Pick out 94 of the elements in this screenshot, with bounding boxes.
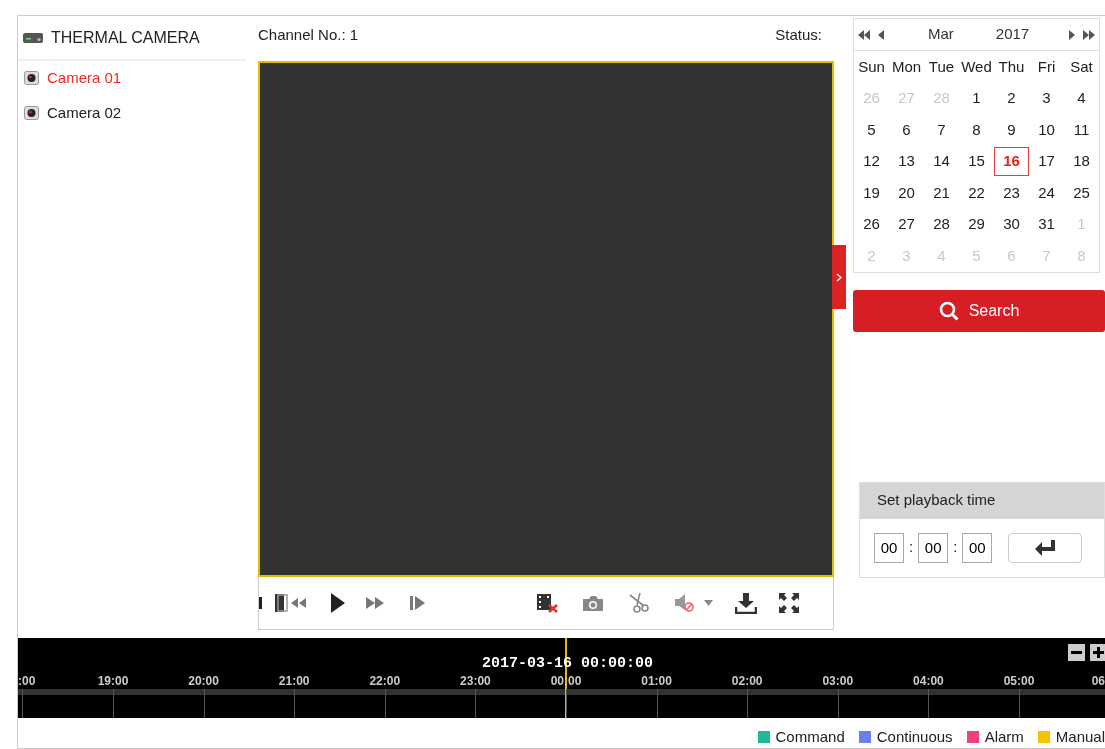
camera-item[interactable]: Camera 01 [18,61,246,96]
calendar-day[interactable]: 30 [994,208,1029,240]
calendar-day[interactable]: 11 [1064,114,1099,146]
calendar-day[interactable]: 18 [1064,145,1099,177]
enter-icon [1034,539,1057,556]
calendar-day[interactable]: 12 [854,145,889,177]
weekday-label: Wed [960,56,993,77]
calendar-day[interactable]: 31 [1029,208,1064,240]
collapse-toggle-button[interactable] [832,245,846,309]
calendar-day[interactable]: 19 [854,177,889,209]
camera-item[interactable]: Camera 02 [18,95,246,130]
status-label: Status: [775,24,822,45]
scissors-icon[interactable] [628,592,650,614]
play-button[interactable] [330,592,346,614]
calendar-day[interactable]: 3 [1029,82,1064,114]
calendar-day[interactable]: 28 [924,208,959,240]
time-separator: : [909,537,914,558]
hour-label: 21:00 [278,673,310,690]
previous-year-button[interactable] [858,29,870,40]
calendar-day[interactable]: 7 [924,114,959,146]
legend-label: Command [775,727,845,747]
calendar-day[interactable]: 8 [959,114,994,146]
hour-label: 01:00 [641,673,672,690]
chevron-icon [836,272,842,282]
year-label[interactable]: 2017 [995,23,1030,46]
stop-clip-button[interactable] [536,593,558,613]
hour-label: 05:00 [1003,673,1035,690]
calendar-day[interactable]: 6 [889,114,924,146]
hour-label: 19:00 [97,673,129,690]
hour-label: 04:00 [913,673,944,690]
recorder-icon [23,31,43,44]
calendar-day[interactable]: 22 [959,177,994,209]
next-year-button[interactable] [1083,29,1095,40]
plus-icon [1093,647,1104,658]
panel-title: Set playback time [877,490,996,511]
weekday-label: Mon [890,56,923,77]
webcam-icon [24,105,39,120]
minus-icon [1071,651,1082,654]
hour-label: 23:00 [460,673,491,690]
camera-icon[interactable] [582,594,604,612]
device-name: THERMAL CAMERA [51,27,200,48]
previous-month-button[interactable] [878,29,884,40]
hour-label: 22:00 [369,673,401,690]
calendar-day[interactable]: 5 [854,114,889,146]
calendar-day[interactable]: 2 [994,82,1029,114]
zoom-out-button[interactable] [1068,644,1085,661]
zoom-in-button[interactable] [1090,644,1105,661]
confirm-button[interactable] [1008,532,1083,563]
hour-label: 02:00 [731,673,763,690]
channel-label: Channel No.: 1 [258,24,359,45]
step-forward-button[interactable] [410,596,425,610]
calendar-day[interactable]: 23 [994,177,1029,209]
calendar-day[interactable]: 17 [1029,145,1064,177]
next-month-button[interactable] [1069,29,1075,40]
divider-mark [259,597,262,609]
calendar-day[interactable]: 29 [959,208,994,240]
search-icon [938,300,959,321]
calendar-day[interactable]: 25 [1064,177,1099,209]
download-icon[interactable] [735,592,757,614]
hour-label: 20:00 [188,673,219,690]
legend-label: Manual [1055,727,1105,747]
calendar-day[interactable]: 20 [889,177,924,209]
weekday-label: Tue [927,56,956,77]
weekday-label: Fri [1036,56,1057,77]
hour-label: 03:00 [822,673,854,690]
calendar-day[interactable]: 16 [994,146,1029,176]
calendar-day[interactable]: 13 [889,145,924,177]
legend-label: Alarm [984,727,1024,747]
weekday-label: Sat [1069,56,1094,77]
calendar-day[interactable]: 27 [889,208,924,240]
hour-field[interactable]: 00 [874,532,904,563]
calendar-day[interactable]: 1 [959,82,994,114]
weekday-label: Sun [857,56,886,77]
calendar-day[interactable]: 4 [1064,82,1099,114]
time-separator: : [953,537,958,558]
minute-field[interactable]: 00 [918,532,949,563]
legend-label: Continuous [876,727,953,747]
fast-forward-button[interactable] [366,597,384,609]
calendar-day[interactable]: 14 [924,145,959,177]
calendar-day[interactable]: 10 [1029,114,1064,146]
calendar-day[interactable]: 24 [1029,177,1064,209]
calendar-day[interactable]: 21 [924,177,959,209]
calendar-day[interactable]: 15 [959,145,994,177]
webcam-icon [24,71,39,86]
caret-icon[interactable] [704,600,713,606]
fullscreen-icon[interactable] [779,593,799,613]
weekday-label: Thu [997,56,1026,77]
search-button[interactable]: Search [853,289,1105,332]
hour-label: 06 [1091,673,1105,690]
second-field[interactable]: 00 [962,532,993,563]
calendar-day[interactable]: 26 [854,208,889,240]
hour-label: :00 [18,673,36,690]
calendar-day[interactable]: 9 [994,114,1029,146]
month-label[interactable]: Mar [928,23,954,46]
